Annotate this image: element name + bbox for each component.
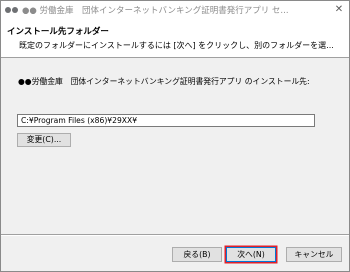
next-button[interactable]: 次へ(N) (226, 247, 276, 262)
header-panel: インストール先フォルダー 既定のフォルダーにインストールするには [次へ] をク… (1, 18, 349, 58)
change-button[interactable]: 変更(C)... (17, 133, 71, 147)
page-description: 既定のフォルダーにインストールするには [次へ] をクリックし、別のフォルダーを… (19, 41, 334, 50)
install-path-input[interactable] (17, 114, 315, 127)
installer-window: ●● 労働金庫 団体インターネットバンキング証明書発行アプリ セ... ✕ イン… (0, 0, 350, 272)
window-title: ●● 労働金庫 団体インターネットバンキング証明書発行アプリ セ... (22, 6, 289, 16)
install-location-label: ●●労働金庫 団体インターネットバンキング証明書発行アプリ のインストール先: (18, 77, 310, 86)
page-title: インストール先フォルダー (7, 27, 109, 37)
back-button[interactable]: 戻る(B) (172, 247, 222, 262)
app-logo-icon (5, 6, 19, 13)
title-bar[interactable]: ●● 労働金庫 団体インターネットバンキング証明書発行アプリ セ... ✕ (1, 1, 349, 18)
cancel-button[interactable]: キャンセル (286, 247, 342, 262)
close-icon[interactable]: ✕ (333, 4, 345, 15)
footer-divider (1, 234, 349, 236)
